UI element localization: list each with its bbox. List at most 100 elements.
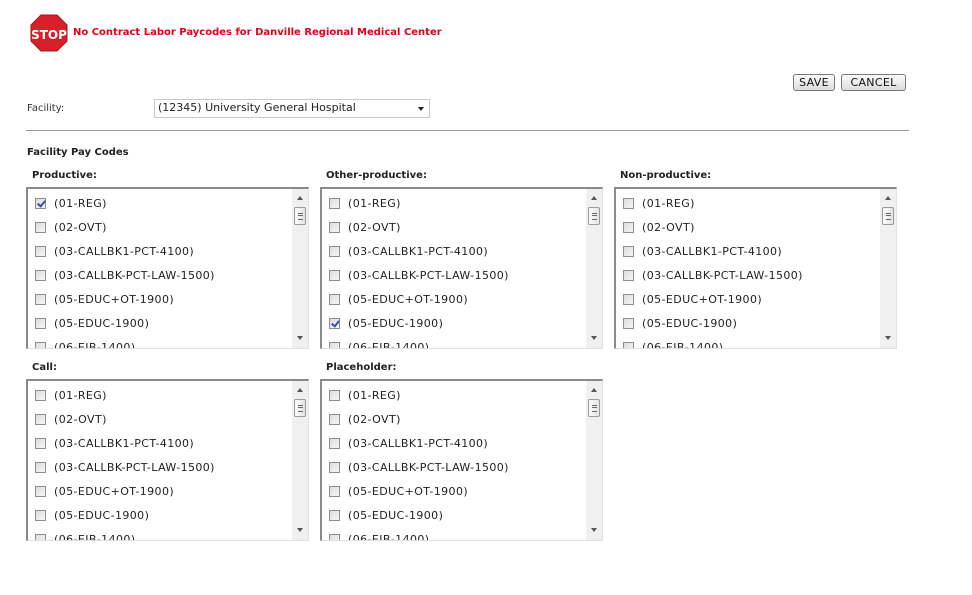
paycode-checkbox[interactable] (623, 293, 634, 305)
paycode-checkbox[interactable] (35, 437, 46, 449)
list-item[interactable]: (02-OVT) (322, 215, 586, 239)
list-item[interactable]: (03-CALLBK-PCT-LAW-1500) (322, 455, 586, 479)
paycode-list[interactable]: (01-REG) (02-OVT) (03-CALLBK1-PCT-4100) (03… (26, 379, 309, 541)
list-item[interactable]: (02-OVT) (616, 215, 880, 239)
paycode-checkbox[interactable] (35, 269, 46, 281)
scrollbar[interactable] (292, 189, 308, 348)
list-item[interactable]: (05-EDUC-1900) (616, 311, 880, 335)
list-item[interactable]: (05-EDUC-1900) (28, 503, 292, 527)
paycode-checkbox[interactable] (35, 293, 46, 305)
scrollbar[interactable] (586, 381, 602, 540)
paycode-checkbox[interactable] (623, 245, 634, 257)
paycode-checkbox[interactable] (329, 317, 340, 329)
scroll-up-arrow-icon[interactable] (885, 196, 891, 200)
paycode-checkbox[interactable] (329, 389, 340, 401)
paycode-label: (05-EDUC-1900) (642, 316, 738, 330)
paycode-checkbox[interactable] (329, 245, 340, 257)
list-item[interactable]: (05-EDUC+OT-1900) (322, 287, 586, 311)
list-item[interactable]: (01-REG) (616, 191, 880, 215)
paycode-list[interactable]: (01-REG) (02-OVT) (03-CALLBK1-PCT-4100) (03… (320, 379, 603, 541)
list-item[interactable]: (05-EDUC-1900) (322, 311, 586, 335)
paycode-checkbox[interactable] (329, 269, 340, 281)
list-item[interactable]: (05-EDUC-1900) (322, 503, 586, 527)
facility-select[interactable]: (12345) University General Hospital (154, 99, 430, 118)
list-item[interactable]: (03-CALLBK-PCT-LAW-1500) (616, 263, 880, 287)
scroll-thumb[interactable] (588, 399, 600, 417)
list-item[interactable]: (03-CALLBK1-PCT-4100) (616, 239, 880, 263)
list-item[interactable]: (05-EDUC+OT-1900) (28, 479, 292, 503)
paycode-checkbox[interactable] (35, 413, 46, 425)
scroll-up-arrow-icon[interactable] (297, 388, 303, 392)
scrollbar[interactable] (880, 189, 896, 348)
list-item[interactable]: (03-CALLBK-PCT-LAW-1500) (28, 455, 292, 479)
list-item[interactable]: (02-OVT) (322, 407, 586, 431)
paycode-checkbox[interactable] (35, 197, 46, 209)
paycode-checkbox[interactable] (35, 509, 46, 521)
list-item[interactable]: (02-OVT) (28, 407, 292, 431)
list-item[interactable]: (03-CALLBK1-PCT-4100) (322, 239, 586, 263)
scroll-down-arrow-icon[interactable] (297, 528, 303, 532)
list-item[interactable]: (03-CALLBK-PCT-LAW-1500) (322, 263, 586, 287)
save-button[interactable]: SAVE (793, 74, 835, 91)
paycode-checkbox[interactable] (35, 221, 46, 233)
paycode-checkbox[interactable] (329, 533, 340, 540)
list-item[interactable]: (06-EIB-1400) (322, 527, 586, 540)
paycode-checkbox[interactable] (623, 341, 634, 348)
list-item[interactable]: (03-CALLBK1-PCT-4100) (28, 431, 292, 455)
list-item[interactable]: (03-CALLBK1-PCT-4100) (28, 239, 292, 263)
paycode-list[interactable]: (01-REG) (02-OVT) (03-CALLBK1-PCT-4100) (03… (26, 187, 309, 349)
list-item[interactable]: (06-EIB-1400) (322, 335, 586, 348)
scroll-up-arrow-icon[interactable] (591, 388, 597, 392)
paycode-checkbox[interactable] (329, 461, 340, 473)
scroll-thumb[interactable] (294, 207, 306, 225)
scroll-thumb[interactable] (588, 207, 600, 225)
paycode-checkbox[interactable] (329, 485, 340, 497)
scroll-up-arrow-icon[interactable] (591, 196, 597, 200)
list-item[interactable]: (05-EDUC+OT-1900) (322, 479, 586, 503)
paycode-checkbox[interactable] (35, 533, 46, 540)
paycode-list[interactable]: (01-REG) (02-OVT) (03-CALLBK1-PCT-4100) (03… (614, 187, 897, 349)
list-item[interactable]: (06-EIB-1400) (28, 527, 292, 540)
scroll-down-arrow-icon[interactable] (885, 336, 891, 340)
paycode-checkbox[interactable] (35, 461, 46, 473)
list-item[interactable]: (06-EIB-1400) (616, 335, 880, 348)
paycode-checkbox[interactable] (329, 197, 340, 209)
paycode-checkbox[interactable] (623, 269, 634, 281)
paycode-checkbox[interactable] (329, 413, 340, 425)
paycode-checkbox[interactable] (623, 317, 634, 329)
list-item[interactable]: (03-CALLBK-PCT-LAW-1500) (28, 263, 292, 287)
list-item[interactable]: (03-CALLBK1-PCT-4100) (322, 431, 586, 455)
paycode-list[interactable]: (01-REG) (02-OVT) (03-CALLBK1-PCT-4100) (03… (320, 187, 603, 349)
scroll-down-arrow-icon[interactable] (591, 336, 597, 340)
list-item[interactable]: (06-EIB-1400) (28, 335, 292, 348)
list-item[interactable]: (05-EDUC+OT-1900) (616, 287, 880, 311)
list-item[interactable]: (02-OVT) (28, 215, 292, 239)
paycode-checkbox[interactable] (35, 341, 46, 348)
paycode-checkbox[interactable] (329, 221, 340, 233)
paycode-label: (03-CALLBK1-PCT-4100) (54, 436, 195, 450)
paycode-checkbox[interactable] (329, 293, 340, 305)
scroll-up-arrow-icon[interactable] (297, 196, 303, 200)
cancel-button[interactable]: CANCEL (841, 74, 906, 91)
paycode-checkbox[interactable] (35, 317, 46, 329)
scrollbar[interactable] (292, 381, 308, 540)
scroll-down-arrow-icon[interactable] (591, 528, 597, 532)
list-item[interactable]: (01-REG) (322, 383, 586, 407)
paycode-checkbox[interactable] (35, 245, 46, 257)
paycode-checkbox[interactable] (623, 197, 634, 209)
list-item[interactable]: (05-EDUC-1900) (28, 311, 292, 335)
list-item[interactable]: (01-REG) (28, 191, 292, 215)
paycode-checkbox[interactable] (35, 485, 46, 497)
paycode-checkbox[interactable] (329, 509, 340, 521)
scroll-down-arrow-icon[interactable] (297, 336, 303, 340)
paycode-checkbox[interactable] (329, 437, 340, 449)
scroll-thumb[interactable] (294, 399, 306, 417)
list-item[interactable]: (05-EDUC+OT-1900) (28, 287, 292, 311)
paycode-checkbox[interactable] (35, 389, 46, 401)
list-item[interactable]: (01-REG) (28, 383, 292, 407)
paycode-checkbox[interactable] (623, 221, 634, 233)
scrollbar[interactable] (586, 189, 602, 348)
paycode-checkbox[interactable] (329, 341, 340, 348)
scroll-thumb[interactable] (882, 207, 894, 225)
list-item[interactable]: (01-REG) (322, 191, 586, 215)
